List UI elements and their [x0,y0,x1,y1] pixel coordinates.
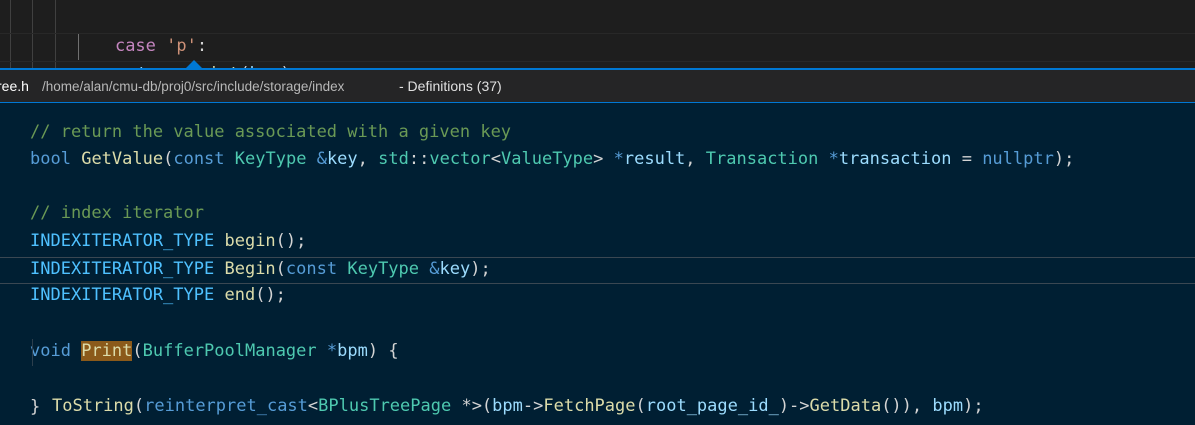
editor-top: case 'p': tree.Print(bpm); [0,0,1195,84]
indent-guide [32,339,33,366]
code-line-comment[interactable]: // index iterator [0,173,1195,223]
peek-code-view[interactable]: // return the value associated with a gi… [0,103,1195,425]
peek-header[interactable]: ree.h /home/alan/cmu-db/proj0/src/includ… [0,68,1195,103]
code-line-begin-key[interactable]: INDEXITERATOR_TYPE Begin(const KeyType &… [0,229,1195,279]
code-line[interactable]: // return the value associated with a gi… [0,103,1195,142]
code-line-close-brace[interactable]: } [0,367,1195,417]
peek-pointer-icon [186,60,202,68]
code-line-getvalue[interactable]: bool GetValue(const KeyType &key, std::v… [0,119,1195,169]
peek-file-name[interactable]: ree.h [0,70,29,103]
code-line-begin[interactable]: INDEXITERATOR_TYPE begin(); [0,201,1195,251]
peek-definitions-title: - Definitions (37) [399,78,502,94]
code-line-case[interactable]: case 'p': [74,4,207,56]
code-line-tree-print[interactable]: tree.Print(bpm); [96,32,301,84]
code-line-end[interactable]: INDEXITERATOR_TYPE end(); [0,257,1195,305]
peek-file-path: /home/alan/cmu-db/proj0/src/include/stor… [42,79,345,94]
code-line-print-decl[interactable]: void Print(BufferPoolManager *bpm) { [0,311,1195,361]
code-line-tostring[interactable]: ToString(reinterpret_cast<BPlusTreePage … [0,339,1195,416]
